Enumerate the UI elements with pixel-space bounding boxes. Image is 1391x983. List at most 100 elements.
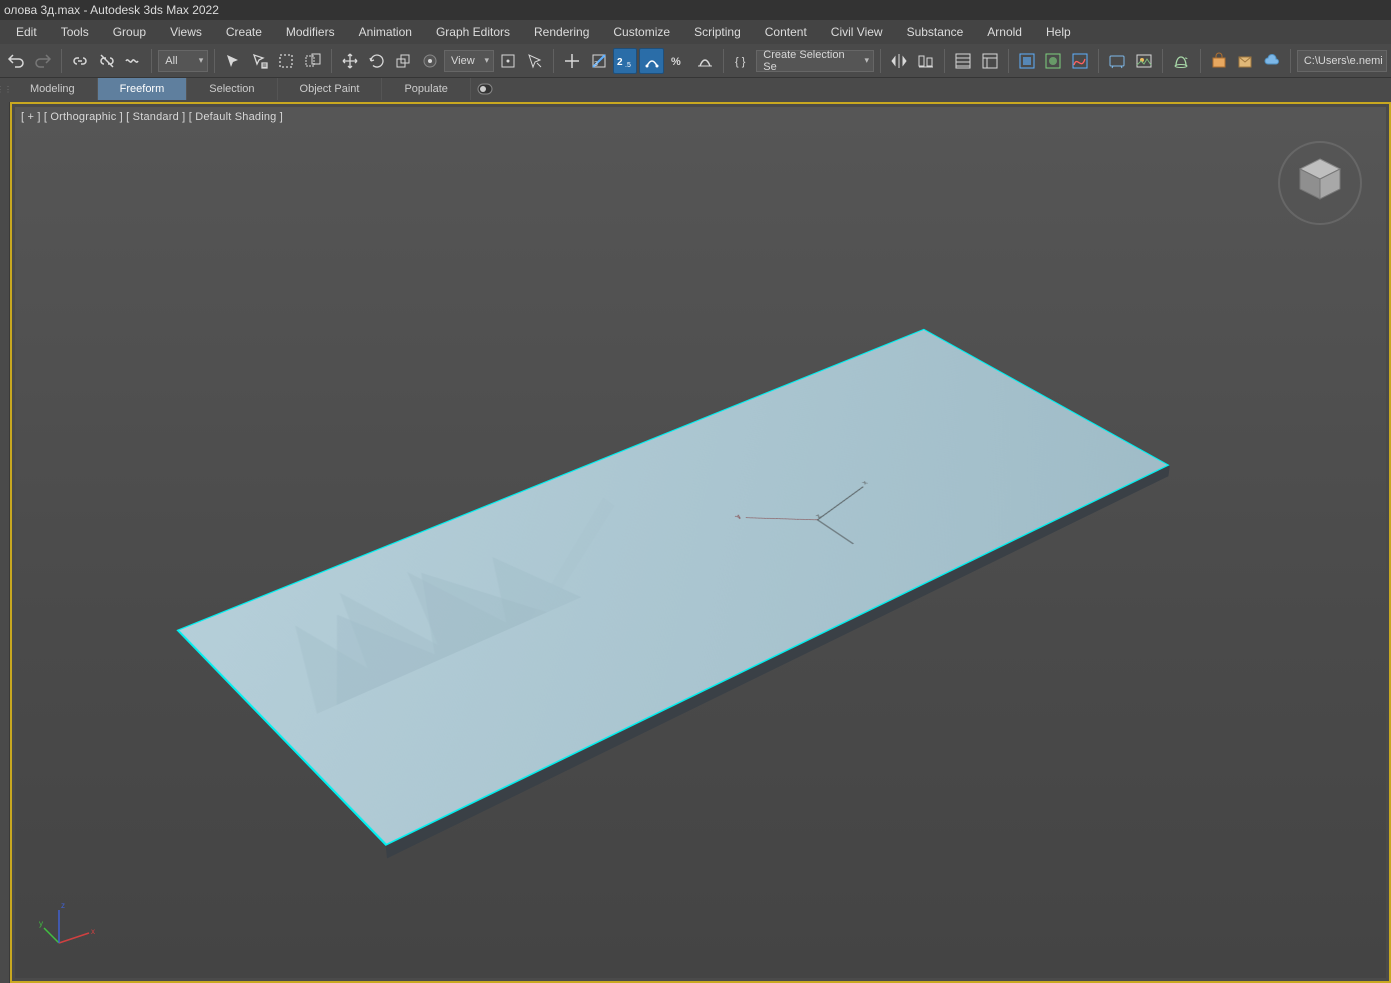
menu-group[interactable]: Group [101,20,158,44]
menu-content[interactable]: Content [753,20,819,44]
move-button[interactable] [338,48,362,74]
placement-button[interactable] [418,48,442,74]
named-selection-sets-label: Create Selection Se [763,49,855,73]
unlink-button[interactable] [94,48,118,74]
svg-text:.5: .5 [625,62,631,69]
share-view-button[interactable] [1233,48,1257,74]
material-editor-button[interactable] [1041,48,1065,74]
selection-filter-dropdown[interactable]: All [158,50,208,72]
toolbar-separator [1162,49,1163,73]
ribbon-tab-object-paint[interactable]: Object Paint [278,78,383,100]
title-bar: олова 3д.max - Autodesk 3ds Max 2022 [0,0,1391,20]
menu-bar: Edit Tools Group Views Create Modifiers … [0,20,1391,44]
toolbar-separator [880,49,881,73]
menu-help[interactable]: Help [1034,20,1083,44]
viewport-gutter[interactable] [0,102,10,983]
ribbon-tab-populate[interactable]: Populate [382,78,470,100]
active-viewport[interactable]: [ + ] [ Orthographic ] [ Standard ] [ De… [10,102,1391,983]
render-setup-button[interactable] [1105,48,1129,74]
toolbar-separator [1290,49,1291,73]
ribbon-tab-selection[interactable]: Selection [187,78,277,100]
toolbar-separator [1200,49,1201,73]
selection-filter-label: All [165,55,177,67]
rotate-button[interactable] [365,48,389,74]
selected-plane-object[interactable]: x y z [176,328,1170,845]
toolbar-separator [1008,49,1009,73]
use-pivot-center-button[interactable] [496,48,520,74]
menu-scripting[interactable]: Scripting [682,20,753,44]
toolbar-separator [723,49,724,73]
rendered-frame-window-button[interactable] [1132,48,1156,74]
menu-animation[interactable]: Animation [347,20,424,44]
surface-artifact-icon [217,480,685,723]
menu-tools[interactable]: Tools [49,20,101,44]
world-axis-y-label: y [39,919,43,928]
project-path-field[interactable]: C:\Users\e.nemi [1297,50,1387,72]
menu-customize[interactable]: Customize [601,20,682,44]
menu-civil-view[interactable]: Civil View [819,20,895,44]
project-path-text: C:\Users\e.nemi [1304,55,1383,67]
scene-3d: x y z [15,107,1386,978]
svg-text:3: 3 [594,61,598,68]
reference-coord-dropdown[interactable]: View [444,50,494,72]
menu-edit[interactable]: Edit [4,20,49,44]
svg-text:%: % [671,56,681,68]
rectangle-select-button[interactable] [274,48,298,74]
redo-button[interactable] [30,48,54,74]
schematic-view-button[interactable] [1015,48,1039,74]
edged-faces-button[interactable] [692,48,716,74]
link-button[interactable] [68,48,92,74]
percent-snap-button[interactable] [639,48,663,74]
world-axis-tripod: x y z [39,898,99,958]
menu-rendering[interactable]: Rendering [522,20,601,44]
select-object-button[interactable] [221,48,245,74]
ribbon-expand-button[interactable] [471,78,499,100]
ribbon-tab-modeling[interactable]: Modeling [8,78,98,100]
menu-modifiers[interactable]: Modifiers [274,20,347,44]
ribbon-bar: ⋮⋮ Modeling Freeform Selection Object Pa… [0,78,1391,100]
axis-y-label: y [732,512,743,518]
angle-snap-button[interactable]: 2.5 [613,48,637,74]
toggle-scene-explorer-button[interactable] [977,48,1001,74]
toolbar-separator [151,49,152,73]
toolbar-separator [214,49,215,73]
scale-button[interactable] [391,48,415,74]
menu-arnold[interactable]: Arnold [975,20,1034,44]
viewport-canvas[interactable]: [ + ] [ Orthographic ] [ Standard ] [ De… [15,107,1386,978]
maxscript-listener-button[interactable]: { } [730,48,754,74]
toggle-layer-explorer-button[interactable] [951,48,975,74]
bind-space-warp-button[interactable] [121,48,145,74]
toolbar-separator [553,49,554,73]
transform-gizmo[interactable]: x y z [697,458,936,586]
select-by-name-button[interactable] [248,48,272,74]
menu-substance[interactable]: Substance [895,20,976,44]
keyboard-shortcut-override-button[interactable] [560,48,584,74]
curve-editor-button[interactable] [1068,48,1092,74]
open-autodesk-store-button[interactable] [1206,48,1230,74]
window-crossing-button[interactable] [301,48,325,74]
align-button[interactable] [913,48,937,74]
menu-views[interactable]: Views [158,20,214,44]
svg-text:{ }: { } [735,56,746,68]
toolbar-separator [61,49,62,73]
mirror-button[interactable] [887,48,911,74]
spinner-snap-button[interactable]: % [666,48,690,74]
main-toolbar: All View 3 2.5 [0,44,1391,78]
named-selection-sets-dropdown[interactable]: Create Selection Se [756,50,874,72]
menu-create[interactable]: Create [214,20,274,44]
menu-graph-editors[interactable]: Graph Editors [424,20,522,44]
ribbon-tab-freeform[interactable]: Freeform [98,78,188,100]
toolbar-separator [331,49,332,73]
undo-button[interactable] [4,48,28,74]
toolbar-separator [1098,49,1099,73]
snap-toggle-button[interactable]: 3 [586,48,610,74]
svg-text:2: 2 [617,57,623,68]
select-manipulate-button[interactable] [523,48,547,74]
window-title: олова 3д.max - Autodesk 3ds Max 2022 [4,3,219,17]
ribbon-grip-icon[interactable]: ⋮⋮ [0,78,8,100]
reference-coord-label: View [451,55,475,67]
cloud-render-button[interactable] [1259,48,1283,74]
toolbar-separator [944,49,945,73]
world-axis-z-label: z [61,901,65,910]
render-production-button[interactable] [1169,48,1193,74]
